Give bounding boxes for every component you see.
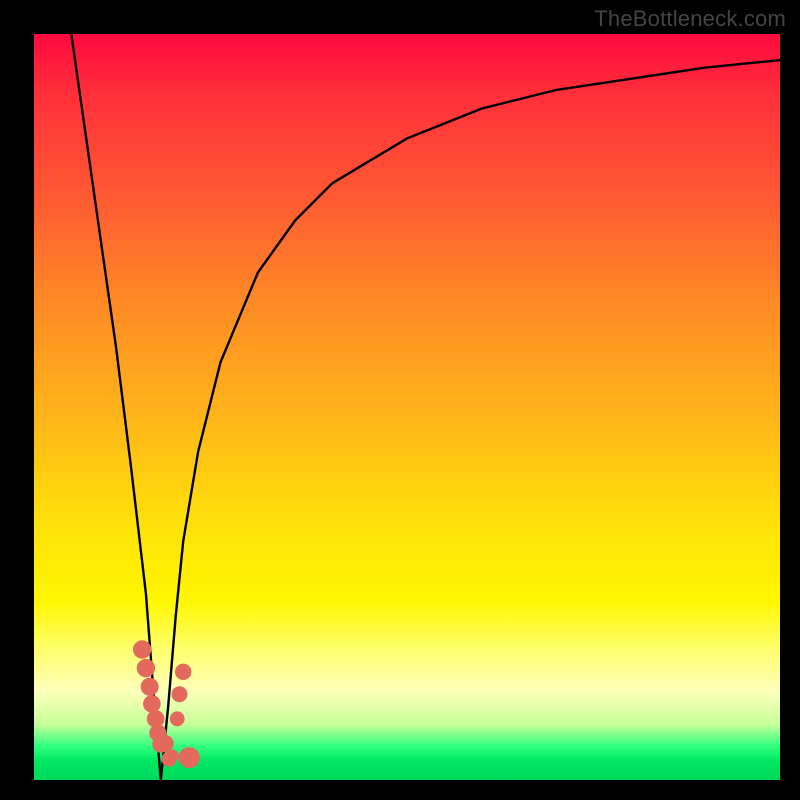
bottleneck-points xyxy=(133,640,200,768)
plot-area xyxy=(34,34,780,780)
bottleneck-point xyxy=(179,747,200,768)
chart-overlay-svg xyxy=(34,34,780,780)
bottleneck-point xyxy=(133,640,151,658)
bottleneck-point xyxy=(175,664,191,680)
bottleneck-point xyxy=(141,678,159,696)
bottleneck-point xyxy=(171,686,187,702)
bottleneck-point xyxy=(143,695,161,713)
bottleneck-point xyxy=(165,749,179,763)
chart-frame: TheBottleneck.com xyxy=(0,0,800,800)
bottleneck-point xyxy=(157,735,174,752)
bottleneck-point xyxy=(170,711,185,726)
bottleneck-point xyxy=(137,659,155,677)
attribution-label: TheBottleneck.com xyxy=(594,6,786,32)
